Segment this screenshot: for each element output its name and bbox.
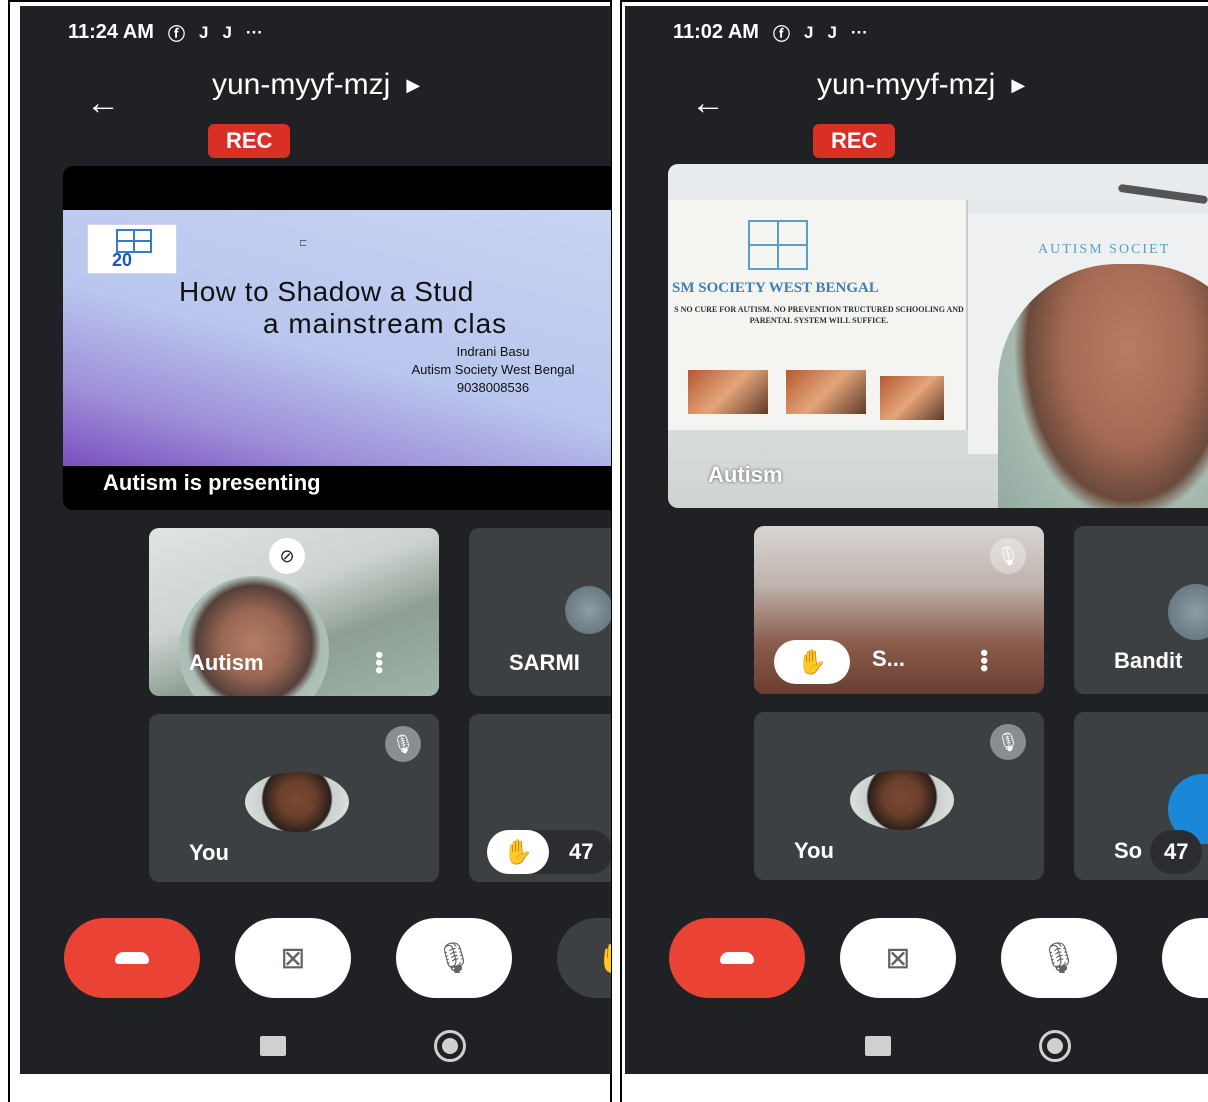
home-nav-icon[interactable] [1039, 1030, 1071, 1062]
slide-org: Autism Society West Bengal [411, 362, 575, 377]
camera-toggle-button[interactable]: ⊠ [235, 918, 351, 998]
banner-text: S NO CURE FOR AUTISM. NO PREVENTION TRUC… [674, 305, 964, 325]
status-bar: 11:24 AM ⓕ J J ··· [68, 20, 263, 45]
logo-year: 20 [112, 250, 133, 270]
banner-photo [688, 370, 768, 414]
participant-name: You [189, 840, 229, 865]
end-call-button[interactable] [64, 918, 200, 998]
puzzle-logo-icon [748, 220, 808, 270]
ceiling-fan [1117, 183, 1208, 205]
participant-name: You [794, 838, 834, 863]
pin-off-icon[interactable]: ⊘ [269, 538, 305, 574]
status-time: 11:02 AM [673, 21, 759, 43]
participant-name: S... [872, 646, 906, 671]
caret-right-icon: ▶ [1011, 74, 1026, 95]
phone-hangup-icon [720, 952, 754, 964]
facebook-icon: ⓕ [772, 25, 790, 44]
banner-photo [880, 376, 944, 420]
mic-off-icon: 🎙 [990, 538, 1026, 574]
self-tile[interactable]: 🎙 You [754, 712, 1044, 880]
more-options-icon[interactable]: ••• [972, 649, 997, 672]
participant-video [179, 576, 329, 696]
slide-presenter: Indrani Basu [456, 344, 530, 359]
home-nav-icon[interactable] [434, 1030, 466, 1062]
participant-tile[interactable]: 🎙 ✋ S... ••• [754, 526, 1044, 694]
j-icon: J [827, 22, 837, 42]
participant-count[interactable]: 47 [1150, 830, 1203, 874]
j-icon: J [222, 22, 232, 42]
participant-name: Autism [708, 462, 783, 487]
status-bar: 11:02 AM ⓕ J J ··· [673, 20, 868, 45]
participant-name: SARMI [509, 650, 580, 675]
raise-hand-button[interactable]: ✋ [557, 918, 611, 998]
slide-logo: 20 [87, 224, 177, 274]
slide-title-line1: How to Shadow a Stud [179, 276, 474, 307]
raised-hand-icon: ✋ [487, 830, 549, 874]
more-icon: ··· [850, 22, 868, 42]
mic-off-icon: 🎙 [990, 724, 1026, 760]
mic-toggle-button[interactable]: 🎙 [1001, 918, 1117, 998]
more-icon: ··· [245, 22, 263, 42]
banner-photo [786, 370, 866, 414]
recents-nav-icon[interactable] [865, 1036, 891, 1056]
caret-right-icon: ▶ [406, 74, 421, 95]
presentation-slide: 20 ⊏ How to Shadow a Stud a mainstream c… [63, 210, 611, 466]
phone-hangup-icon [115, 952, 149, 964]
self-avatar [245, 772, 349, 832]
participant-name: Bandit [1114, 648, 1183, 673]
camera-off-icon: ⊠ [885, 941, 911, 975]
camera-toggle-button[interactable]: ⊠ [840, 918, 956, 998]
participant-tile[interactable]: Bandit [1074, 526, 1208, 694]
participant-tile[interactable]: So 47 [1074, 712, 1208, 880]
meeting-code-label: yun-myyf-mzj [817, 68, 996, 101]
participant-avatar [565, 586, 611, 634]
more-options-icon[interactable]: ••• [367, 651, 392, 674]
j-icon: J [198, 22, 209, 42]
participant-tile[interactable]: 47 ✋ [469, 714, 611, 882]
raise-hand-button[interactable]: ✋ [1162, 918, 1208, 998]
mic-off-icon: 🎙 [1039, 941, 1079, 975]
j-icon: J [803, 22, 814, 42]
camera-off-icon: ⊠ [280, 941, 306, 975]
self-tile[interactable]: 🎙 You [149, 714, 439, 882]
meeting-code[interactable]: yun-myyf-mzj ▶ [817, 68, 1025, 102]
mic-toggle-button[interactable]: 🎙 [396, 918, 512, 998]
banner-title: SM SOCIETY WEST BENGAL [672, 280, 879, 296]
raised-hand-icon: ✋ [774, 640, 850, 684]
mic-off-icon: 🎙 [385, 726, 421, 762]
presentation-stage[interactable]: 20 ⊏ How to Shadow a Stud a mainstream c… [63, 166, 611, 510]
raise-hand-icon: ✋ [1201, 941, 1208, 976]
slide-phone: 9038008536 [456, 380, 530, 395]
back-arrow-icon[interactable]: ← [86, 86, 120, 120]
participant-name: So [1114, 838, 1143, 863]
recents-nav-icon[interactable] [260, 1036, 286, 1056]
back-arrow-icon[interactable]: ← [691, 86, 725, 120]
slide-title-line2: a mainstream clas [263, 308, 508, 339]
status-time: 11:24 AM [68, 21, 154, 43]
participant-tile[interactable]: SARMI [469, 528, 611, 696]
left-phone-screen: 11:24 AM ⓕ J J ··· ← yun-myyf-mzj ▶ REC … [20, 6, 611, 1074]
end-call-button[interactable] [669, 918, 805, 998]
presenting-label: Autism is presenting [103, 470, 321, 495]
participant-avatar [1168, 584, 1208, 640]
banner2-title: AUTISM SOCIET [1038, 242, 1171, 257]
raise-hand-icon: ✋ [596, 941, 611, 976]
participant-name: Autism [189, 650, 264, 675]
meeting-code[interactable]: yun-myyf-mzj ▶ [212, 68, 420, 102]
rec-badge: REC [208, 124, 291, 158]
participant-tile[interactable]: ⊘ Autism ••• [149, 528, 439, 696]
facebook-icon: ⓕ [167, 25, 185, 44]
meeting-code-label: yun-myyf-mzj [212, 68, 391, 101]
main-camera-stage[interactable]: SM SOCIETY WEST BENGAL S NO CURE FOR AUT… [668, 164, 1208, 508]
self-avatar [850, 770, 954, 830]
banner-left: SM SOCIETY WEST BENGAL S NO CURE FOR AUT… [668, 200, 968, 430]
mic-off-icon: 🎙 [434, 941, 474, 975]
cursor-icon: ⊏ [299, 238, 308, 249]
rec-badge: REC [813, 124, 896, 158]
right-phone-screen: 11:02 AM ⓕ J J ··· ← yun-myyf-mzj ▶ REC … [625, 6, 1208, 1074]
